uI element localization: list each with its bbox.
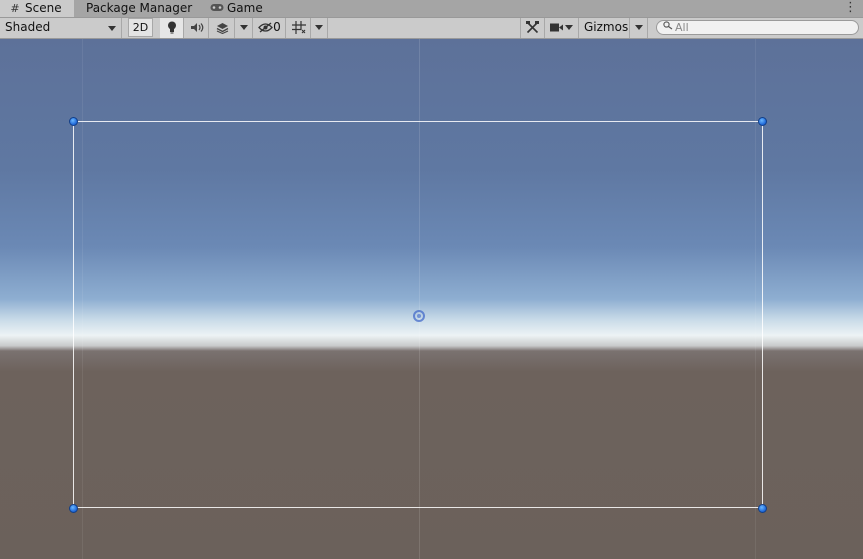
scene-toolbar: Shaded 2D 0 Gizmos All xyxy=(0,18,863,39)
draw-mode-label: Shaded xyxy=(5,20,51,34)
grid-toggle-button[interactable] xyxy=(287,18,311,38)
search-field[interactable] xyxy=(656,20,859,35)
tools-icon xyxy=(526,21,539,34)
kebab-menu-icon[interactable]: ⋮ xyxy=(844,0,857,17)
lightbulb-icon xyxy=(167,21,176,34)
audio-toggle-button[interactable] xyxy=(185,18,209,38)
search-icon xyxy=(663,21,673,35)
rect-handle-bottom-left[interactable] xyxy=(69,504,78,513)
window-tab-bar: # Scene Package Manager Game ⋮ xyxy=(0,0,863,18)
tab-package-manager[interactable]: Package Manager xyxy=(86,0,192,17)
search-input[interactable] xyxy=(675,21,855,34)
tab-scene[interactable]: # Scene xyxy=(0,0,74,17)
scene-viewport[interactable] xyxy=(0,39,863,559)
lighting-toggle-button[interactable] xyxy=(160,18,184,38)
gamepad-icon xyxy=(210,0,224,17)
chevron-down-icon xyxy=(108,26,116,31)
2d-toggle-button[interactable]: 2D xyxy=(128,18,153,37)
layers-icon xyxy=(216,22,228,34)
effects-toggle-button[interactable] xyxy=(210,18,235,38)
eye-slash-icon xyxy=(258,22,274,33)
gizmos-dropdown[interactable] xyxy=(630,18,648,38)
tools-button[interactable] xyxy=(520,18,545,38)
chevron-down-icon xyxy=(239,25,248,30)
grid-dropdown[interactable] xyxy=(311,18,328,38)
tab-game[interactable]: Game xyxy=(210,0,263,17)
camera-dropdown[interactable] xyxy=(545,18,579,38)
draw-mode-dropdown[interactable]: Shaded xyxy=(0,18,122,38)
pivot-handle[interactable] xyxy=(413,310,425,322)
tab-package-manager-label: Package Manager xyxy=(86,1,193,15)
hidden-count: 0 xyxy=(273,20,281,34)
speaker-icon xyxy=(190,23,203,32)
rect-handle-bottom-right[interactable] xyxy=(758,504,767,513)
tab-game-label: Game xyxy=(227,1,263,15)
effects-dropdown[interactable] xyxy=(235,18,253,38)
chevron-down-icon xyxy=(565,25,573,30)
chevron-down-icon xyxy=(634,25,643,30)
rect-handle-top-left[interactable] xyxy=(69,117,78,126)
tab-scene-label: Scene xyxy=(25,1,62,15)
chevron-down-icon xyxy=(315,25,323,30)
hidden-objects-toggle[interactable]: 0 xyxy=(254,18,286,38)
rect-handle-top-right[interactable] xyxy=(758,117,767,126)
camera-icon xyxy=(550,23,563,32)
gizmos-button[interactable]: Gizmos xyxy=(580,18,630,38)
grid-icon xyxy=(291,21,306,34)
hash-icon: # xyxy=(10,2,20,15)
